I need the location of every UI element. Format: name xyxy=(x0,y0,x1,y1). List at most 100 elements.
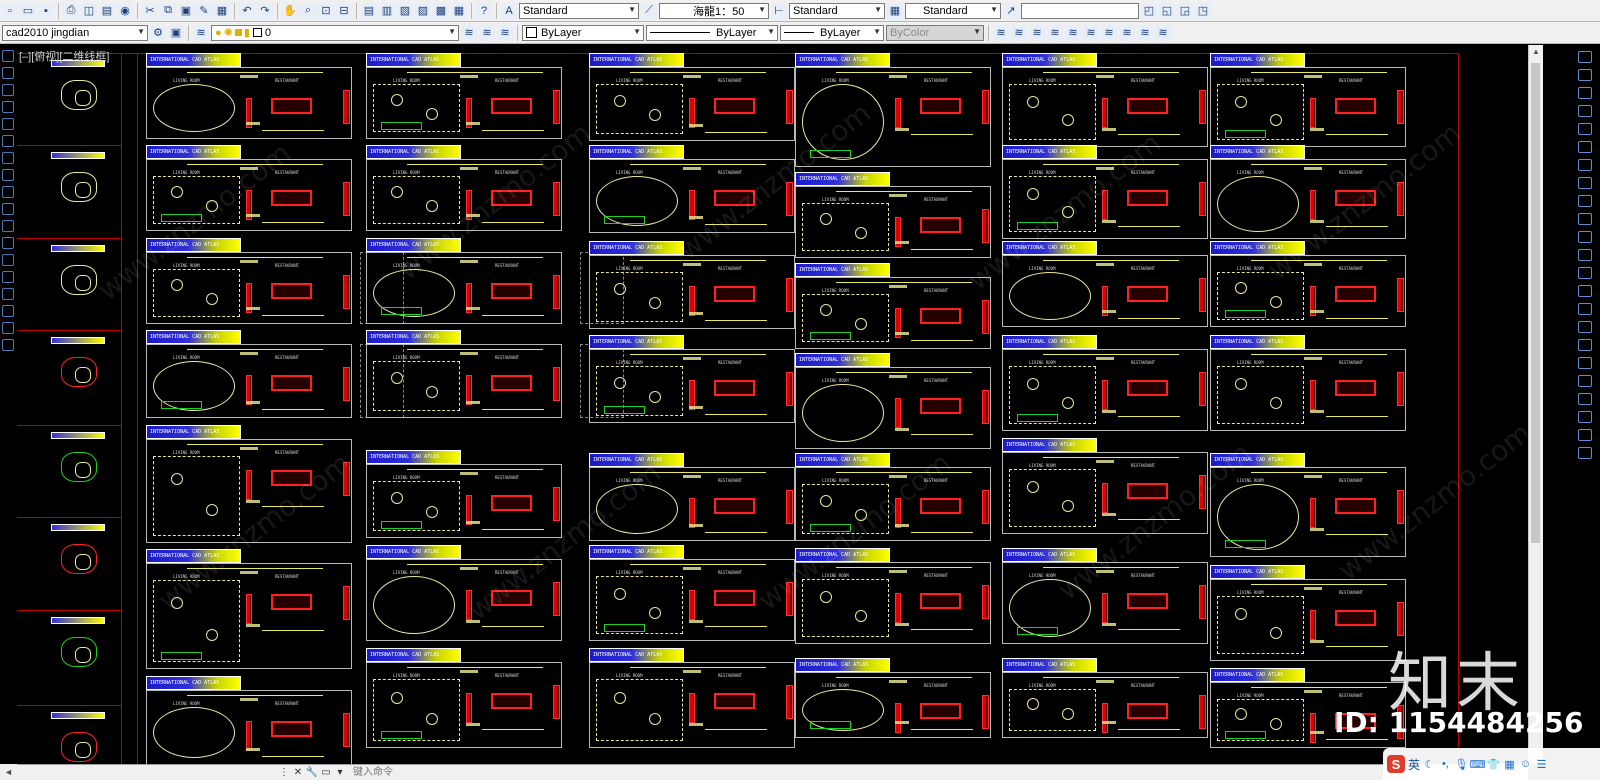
explode-icon[interactable] xyxy=(1578,339,1592,351)
sheet-set-icon[interactable]: ▨ xyxy=(415,2,431,19)
drawing-canvas[interactable]: INTERNATIONAL CAD ATLAS LIVING ROOM RESTAU… xyxy=(17,45,1527,765)
spline-icon[interactable] xyxy=(2,169,14,181)
punctuation-icon[interactable]: •, xyxy=(1439,758,1452,771)
text-style-icon[interactable]: A xyxy=(501,2,517,19)
dim-style-select[interactable]: Standard ▼ xyxy=(789,2,885,19)
table-icon[interactable] xyxy=(2,305,14,317)
copy-icon[interactable]: ⧉ xyxy=(160,2,176,19)
moon-icon[interactable]: ☾ xyxy=(1423,758,1436,771)
layer-tool-6-icon[interactable]: ≋ xyxy=(1083,24,1099,41)
ellipse-icon[interactable] xyxy=(2,186,14,198)
dim-style-icon[interactable]: ⊢ xyxy=(771,2,787,19)
new-icon[interactable]: ▫ xyxy=(2,2,18,19)
ungroup-icon[interactable] xyxy=(1578,393,1592,405)
layers-panel-icon[interactable] xyxy=(1578,447,1592,459)
print-preview-icon[interactable]: ◫ xyxy=(81,2,97,19)
named-views-icon[interactable]: ◰ xyxy=(1141,2,1157,19)
workspace-select[interactable]: cad2010 jingdian ▼ xyxy=(2,24,148,41)
ime-language[interactable]: 英 xyxy=(1408,756,1420,773)
zoom-previous-icon[interactable]: ⊟ xyxy=(336,2,352,19)
microphone-icon[interactable]: 🎙 xyxy=(1455,758,1469,771)
workspace-settings-icon[interactable]: ▣ xyxy=(168,24,184,41)
erase-icon[interactable] xyxy=(1578,51,1592,63)
move-icon[interactable] xyxy=(1578,141,1592,153)
scroll-up-icon[interactable]: ▲ xyxy=(1532,47,1540,56)
rectangle-icon[interactable] xyxy=(2,101,14,113)
polyline-icon[interactable] xyxy=(2,67,14,79)
layer-tool-1-icon[interactable]: ≋ xyxy=(993,24,1009,41)
multileader-icon[interactable]: ↗ xyxy=(1003,2,1019,19)
command-input[interactable]: 键入命令 xyxy=(353,767,1528,779)
zoom-window-icon[interactable]: ⊡ xyxy=(318,2,334,19)
polygon-icon[interactable] xyxy=(2,84,14,96)
properties-panel-icon[interactable] xyxy=(1578,429,1592,441)
help-icon[interactable]: ? xyxy=(476,2,492,19)
undo-icon[interactable]: ↶ xyxy=(239,2,255,19)
make-current-icon[interactable]: ≋ xyxy=(461,24,477,41)
menu-icon[interactable]: ☰ xyxy=(1535,758,1548,771)
circle-icon[interactable] xyxy=(2,135,14,147)
save-icon[interactable]: ▪ xyxy=(38,2,54,19)
blend-icon[interactable] xyxy=(1578,321,1592,333)
user-icon[interactable]: ☺ xyxy=(1519,758,1532,771)
chevron-down-icon[interactable]: ▾ xyxy=(333,767,347,779)
match-properties-icon[interactable]: ✎ xyxy=(196,2,212,19)
trim-icon[interactable] xyxy=(1578,213,1592,225)
layer-tool-2-icon[interactable]: ≋ xyxy=(1011,24,1027,41)
lineweight-select[interactable]: ByLayer ▼ xyxy=(780,24,884,41)
layer-tool-7-icon[interactable]: ≋ xyxy=(1101,24,1117,41)
grip-icon[interactable]: ⋮ xyxy=(277,767,291,779)
viewport-clip-icon[interactable]: ◲ xyxy=(1177,2,1193,19)
color-select[interactable]: ByLayer ▼ xyxy=(522,24,644,41)
array-icon[interactable] xyxy=(1578,123,1592,135)
block-editor-icon[interactable]: ▦ xyxy=(214,2,230,19)
layer-tool-4-icon[interactable]: ≋ xyxy=(1047,24,1063,41)
layer-icon[interactable]: ≋ xyxy=(193,24,209,41)
print-icon[interactable]: ⎙ xyxy=(63,2,79,19)
stretch-icon[interactable] xyxy=(1578,195,1592,207)
line-icon[interactable] xyxy=(2,50,14,62)
annotation-scale-icon[interactable]: ⟋ xyxy=(641,2,657,19)
vertical-scrollbar[interactable]: ▲ ▼ xyxy=(1528,45,1543,765)
break-icon[interactable] xyxy=(1578,249,1592,261)
mirror-icon[interactable] xyxy=(1578,87,1592,99)
chamfer-icon[interactable] xyxy=(1578,285,1592,297)
group-icon[interactable] xyxy=(1578,375,1592,387)
insert-block-icon[interactable] xyxy=(2,203,14,215)
viewport-label[interactable]: [–][俯视][二维线框] xyxy=(19,48,109,64)
point-icon[interactable] xyxy=(2,237,14,249)
add-selected-icon[interactable] xyxy=(2,339,14,351)
plot-icon[interactable]: ▤ xyxy=(99,2,115,19)
layer-tool-10-icon[interactable]: ≋ xyxy=(1155,24,1171,41)
redo-icon[interactable]: ↷ xyxy=(257,2,273,19)
fillet-icon[interactable] xyxy=(1578,303,1592,315)
linetype-select[interactable]: ByLayer ▼ xyxy=(646,24,778,41)
cut-icon[interactable]: ✂ xyxy=(142,2,158,19)
markup-icon[interactable]: ▩ xyxy=(433,2,449,19)
make-block-icon[interactable] xyxy=(2,220,14,232)
table-style-select[interactable]: Standard ▼ xyxy=(905,2,1001,19)
layer-tool-9-icon[interactable]: ≋ xyxy=(1137,24,1153,41)
draworder-icon[interactable] xyxy=(1578,357,1592,369)
skin-icon[interactable]: 👕 xyxy=(1487,758,1501,771)
layer-tool-8-icon[interactable]: ≋ xyxy=(1119,24,1135,41)
align-icon[interactable] xyxy=(1578,411,1592,423)
viewport-icon[interactable]: ◱ xyxy=(1159,2,1175,19)
layer-tool-5-icon[interactable]: ≋ xyxy=(1065,24,1081,41)
text-style-select[interactable]: Standard ▼ xyxy=(519,2,639,19)
scale-icon[interactable] xyxy=(1578,177,1592,189)
scroll-thumb[interactable] xyxy=(1531,63,1540,543)
open-icon[interactable]: ▭ xyxy=(20,2,36,19)
region-icon[interactable] xyxy=(2,288,14,300)
scroll-left-icon[interactable]: ◄ xyxy=(0,764,17,780)
copy-object-icon[interactable] xyxy=(1578,69,1592,81)
layer-previous-icon[interactable]: ≋ xyxy=(479,24,495,41)
offset-icon[interactable] xyxy=(1578,105,1592,117)
command-line[interactable]: ⋮ ✕ 🔧 ▭ ▾ 键入命令 xyxy=(17,764,1528,780)
gradient-icon[interactable] xyxy=(2,271,14,283)
viewport-scale-icon[interactable]: ◳ xyxy=(1195,2,1211,19)
sogou-icon[interactable]: S xyxy=(1387,755,1405,773)
close-icon[interactable]: ✕ xyxy=(291,767,305,779)
search-input[interactable] xyxy=(1021,2,1139,19)
layer-select[interactable]: ● ✺ ▮ 0 ▼ xyxy=(211,24,459,41)
